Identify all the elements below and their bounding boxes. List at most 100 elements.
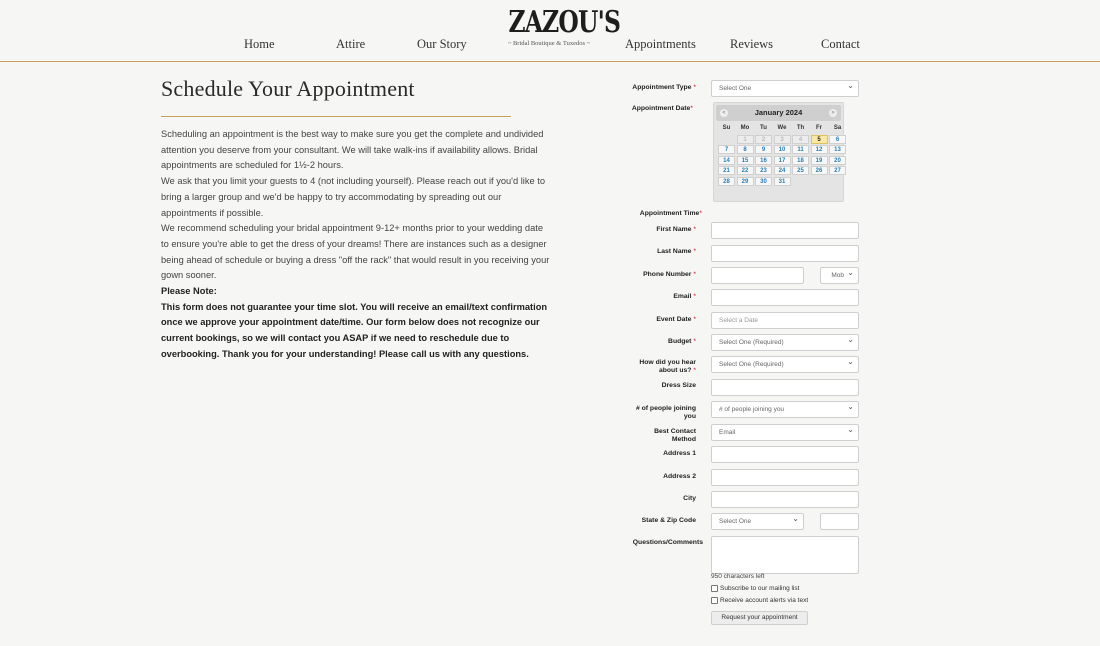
- budget-label: Budget *: [668, 338, 696, 345]
- calendar-day[interactable]: 24: [773, 166, 791, 175]
- calendar-day[interactable]: 16: [755, 155, 772, 165]
- calendar-day[interactable]: 11: [792, 145, 809, 154]
- appointment-type-label: Appointment Type *: [632, 84, 696, 91]
- email-input[interactable]: [711, 289, 859, 306]
- calendar-day[interactable]: 6: [829, 134, 846, 144]
- appointment-date-label: Appointment Date*: [631, 105, 693, 112]
- calendar-day[interactable]: 10: [773, 145, 791, 154]
- alerts-row: Receive account alerts via text: [711, 597, 808, 604]
- logo-wordmark: ZAZOU'S: [508, 5, 621, 40]
- calendar-day[interactable]: 17: [773, 155, 791, 165]
- email-label: Email *: [673, 293, 696, 300]
- nav-contact[interactable]: Contact: [821, 37, 860, 52]
- calendar-header: < January 2024 >: [716, 105, 841, 121]
- nav-our-story[interactable]: Our Story: [417, 37, 467, 52]
- calendar-day[interactable]: 15: [736, 155, 754, 165]
- phone-input[interactable]: [711, 267, 804, 284]
- request-appointment-button[interactable]: Request your appointment: [711, 611, 808, 625]
- city-label: City: [683, 495, 696, 502]
- last-name-input[interactable]: [711, 245, 859, 262]
- calendar-prev-icon[interactable]: <: [720, 109, 728, 117]
- contact-method-label: Best Contact Method: [654, 428, 696, 443]
- address1-label: Address 1: [663, 450, 696, 457]
- intro-paragraph: We ask that you limit your guests to 4 (…: [161, 176, 546, 218]
- alerts-checkbox[interactable]: [711, 597, 718, 604]
- calendar-weekday: Fr: [816, 125, 822, 131]
- alerts-label: Receive account alerts via text: [720, 597, 809, 605]
- calendar-day[interactable]: 29: [736, 176, 754, 186]
- nav-home[interactable]: Home: [244, 37, 275, 52]
- calendar-grid: Su Mo Tu We Th Fr Sa 1 2 3 4 5 6 7 8 9 10 11 12 13 14 15 16 17 1…: [716, 123, 846, 186]
- calendar-day: 2: [755, 134, 772, 144]
- logo-tagline: ~ Bridal Boutique & Tuxedos ~: [507, 40, 591, 47]
- event-date-label: Event Date *: [656, 316, 696, 323]
- calendar-day[interactable]: 21: [718, 166, 735, 175]
- calendar-weekday: Mo: [740, 125, 750, 131]
- calendar-next-icon[interactable]: >: [829, 109, 837, 117]
- city-input[interactable]: [711, 491, 859, 508]
- title-divider: [161, 116, 511, 117]
- calendar-day[interactable]: 20: [829, 155, 846, 165]
- budget-select[interactable]: Select One (Required): [711, 332, 859, 351]
- calendar-weekday: We: [777, 125, 787, 131]
- calendar-month: January 2024: [754, 108, 803, 117]
- last-name-label: Last Name *: [657, 248, 696, 255]
- calendar-day[interactable]: 18: [792, 155, 809, 165]
- nav-attire[interactable]: Attire: [336, 37, 365, 52]
- phone-carrier-select[interactable]: Mob: [820, 265, 859, 284]
- zip-input[interactable]: [820, 513, 859, 530]
- intro-text: Scheduling an appointment is the best wa…: [161, 127, 551, 363]
- dress-size-input[interactable]: [711, 379, 859, 396]
- date-picker-calendar: < January 2024 > Su Mo Tu We Th Fr Sa 1 2 3 4 5 6 7 8 9…: [713, 102, 846, 202]
- calendar-day[interactable]: 30: [755, 176, 772, 186]
- calendar-day[interactable]: 27: [829, 166, 846, 175]
- hear-about-label: How did you hear about us? *: [639, 359, 696, 374]
- hear-about-select[interactable]: Select One (Required): [711, 354, 859, 373]
- contact-method-select[interactable]: Email: [711, 422, 859, 441]
- calendar-weekday: Tu: [760, 125, 767, 131]
- calendar-day: 4: [792, 134, 809, 144]
- calendar-weekday: Th: [796, 125, 805, 131]
- first-name-input[interactable]: [711, 222, 859, 239]
- calendar-day[interactable]: 22: [736, 166, 754, 175]
- calendar-day: 3: [773, 134, 791, 144]
- site-logo[interactable]: ZAZOU'S ~ Bridal Boutique & Tuxedos ~: [497, 5, 621, 48]
- intro-paragraph: We recommend scheduling your bridal appo…: [161, 223, 550, 281]
- note-text: This form does not guarantee your time s…: [161, 301, 548, 359]
- people-joining-select[interactable]: # of people joining you: [711, 399, 859, 418]
- calendar-day[interactable]: 8: [736, 145, 754, 154]
- people-joining-label: # of people joining you: [635, 405, 696, 420]
- nav-appointments[interactable]: Appointments: [625, 37, 696, 52]
- calendar-day[interactable]: 12: [810, 145, 828, 154]
- comments-label: Questions/Comments: [632, 539, 703, 546]
- appointment-type-select[interactable]: Select One: [711, 78, 859, 97]
- calendar-day[interactable]: 5: [810, 134, 828, 144]
- address1-input[interactable]: [711, 446, 859, 463]
- calendar-day[interactable]: 9: [755, 145, 772, 154]
- calendar-weekday: Sa: [833, 125, 842, 131]
- calendar-day[interactable]: 19: [810, 155, 828, 165]
- state-zip-label: State & Zip Code: [641, 517, 696, 524]
- calendar-day[interactable]: 23: [755, 166, 772, 175]
- nav-reviews[interactable]: Reviews: [730, 37, 773, 52]
- calendar-day[interactable]: 25: [792, 166, 809, 175]
- calendar-day[interactable]: 26: [810, 166, 828, 175]
- calendar-day[interactable]: 31: [773, 176, 791, 186]
- state-select[interactable]: Select One: [711, 511, 804, 530]
- characters-left: 950 characters left: [711, 573, 765, 580]
- calendar-day: 1: [736, 134, 754, 144]
- appointment-time-label: Appointment Time*: [639, 210, 702, 217]
- site-header: Home Attire Our Story ZAZOU'S ~ Bridal B…: [0, 0, 1100, 62]
- calendar-day[interactable]: 7: [718, 145, 735, 154]
- note-heading: Please Note:: [161, 286, 217, 297]
- calendar-day[interactable]: 13: [829, 145, 846, 154]
- calendar-day[interactable]: 28: [718, 176, 735, 186]
- subscribe-checkbox[interactable]: [711, 585, 718, 592]
- dress-size-label: Dress Size: [661, 382, 696, 389]
- event-date-input[interactable]: Select a Date: [711, 312, 859, 329]
- calendar-day[interactable]: 14: [718, 155, 735, 165]
- first-name-label: First Name *: [656, 226, 696, 233]
- address2-input[interactable]: [711, 469, 859, 486]
- comments-textarea[interactable]: [711, 536, 859, 574]
- phone-label: Phone Number *: [643, 271, 696, 278]
